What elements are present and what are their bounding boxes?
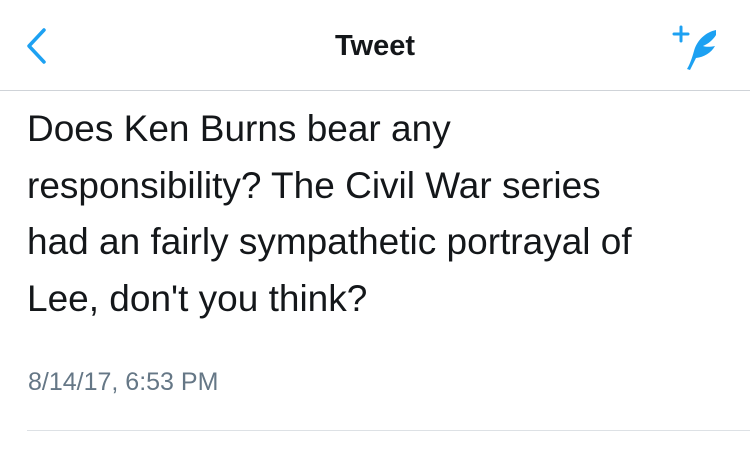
tweet-timestamp: 8/14/17, 6:53 PM <box>28 368 219 396</box>
compose-tweet-button[interactable] <box>668 20 730 76</box>
compose-feather-icon <box>672 25 716 70</box>
page-title: Tweet <box>334 30 416 62</box>
divider <box>27 430 750 431</box>
tweet-text: Does Ken Burns bear any responsibility? … <box>27 108 632 319</box>
navigation-bar: Tweet <box>0 0 750 91</box>
